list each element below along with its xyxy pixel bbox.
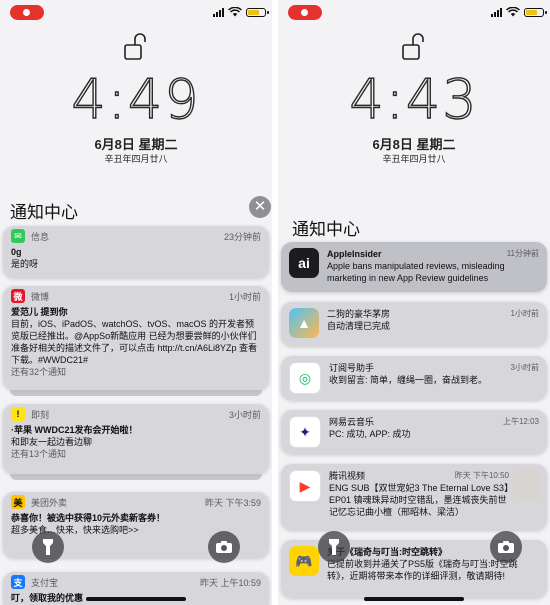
appleinsider-icon: ai [289, 248, 319, 278]
unlock-icon [402, 33, 424, 60]
netease-music-icon: ✦ [289, 416, 321, 448]
meituan-icon: 美 [11, 495, 25, 509]
lock-time: 4:49 [71, 67, 201, 131]
home-indicator[interactable] [364, 597, 464, 601]
flashlight-button[interactable] [32, 531, 64, 563]
flashlight-button[interactable] [318, 531, 350, 563]
alipay-icon: 支 [11, 575, 25, 589]
weibo-icon: 微 [11, 289, 25, 303]
game-controller-icon: 🎮 [289, 546, 319, 576]
messages-icon: ✉ [11, 229, 25, 243]
notif-body: 自动清理已完成 [327, 321, 391, 331]
notif-title: 爱范儿 提到你 [11, 307, 68, 317]
notif-time: 昨天 下午3:59 [204, 497, 261, 508]
home-indicator[interactable] [86, 597, 186, 601]
lock-time: 4:43 [349, 67, 479, 131]
screen-recording-indicator[interactable] [288, 5, 322, 20]
notif-time: 23分钟前 [223, 231, 261, 242]
notif-body: 是的呀 [11, 259, 39, 269]
notif-title: 恭喜你！被选中获得10元外卖新客券！ [11, 513, 166, 523]
notif-body: Apple bans manipulated reviews, misleadi… [327, 261, 505, 283]
app-name: 美团外卖 [31, 497, 68, 508]
app-name: 订阅号助手 [329, 363, 375, 373]
flashlight-icon [43, 539, 53, 555]
app-name: 信息 [31, 231, 50, 242]
status-icons [491, 7, 547, 17]
lunar-date: 辛丑年四月廿八 [382, 154, 446, 164]
lock-date: 6月8日 星期二 [372, 137, 456, 152]
notif-time: 上午12:03 [502, 417, 539, 426]
signal-icon [213, 7, 224, 17]
lunar-date: 辛丑年四月廿八 [104, 154, 168, 164]
clear-notifications-button[interactable]: ✕ [249, 196, 271, 218]
notification-netease-music[interactable]: ✦ 网易云音乐 上午12:03 PC: 成功, APP: 成功 [281, 410, 547, 454]
notif-time: 3小时前 [510, 363, 539, 372]
stack-shadow [10, 474, 262, 480]
app-name: 腾讯视频 [329, 471, 366, 481]
notif-body: 和即友一起边看边聊 [11, 437, 93, 447]
notification-weibo[interactable]: 微微博 1小时前 爱范儿 提到你目前，iOS、iPadOS、watchOS、tvO… [3, 286, 269, 390]
tencent-video-icon: ▶ [289, 470, 321, 502]
video-thumbnail [513, 470, 539, 502]
record-icon [23, 9, 30, 16]
notif-time: 昨天 上午10:59 [199, 577, 261, 588]
notification-appleinsider[interactable]: ai AppleInsider 11分钟前 Apple bans manipulat… [281, 242, 547, 292]
signal-icon [491, 7, 502, 17]
notif-time: 1小时前 [228, 291, 261, 302]
notification-ergou[interactable]: ▲ 二狗的豪华茅房 1小时前自动清理已完成 [281, 302, 547, 346]
notif-time: 3小时前 [228, 409, 261, 420]
more-count: 还有13个通知 [11, 449, 67, 459]
left-lock-screen: 4:49 6月8日 星期二 辛丑年四月廿八 通知中心 ✕ ✉ 信息 23分钟前 0g… [0, 0, 272, 605]
ergou-icon: ▲ [289, 308, 319, 338]
battery-icon [246, 7, 269, 17]
stack-shadow [10, 390, 262, 396]
notification-tencent-video[interactable]: ▶ 腾讯视频 昨天 下午10:50 ENG SUB【双世宠妃3 The Eterna… [281, 464, 547, 530]
app-name: 即刻 [31, 409, 50, 420]
app-name: 网易云音乐 [329, 417, 375, 427]
notif-body: PC: 成功, APP: 成功 [329, 429, 411, 439]
battery-icon [524, 7, 547, 17]
more-count: 还有32个通知 [11, 367, 67, 377]
app-name: 二狗的豪华茅房 [327, 309, 391, 319]
notification-subscription-assistant[interactable]: ◎ 订阅号助手 3小时前收到留言: 简单，缠绳一圈，奋战到老。 [281, 356, 547, 400]
right-lock-screen: 4:43 6月8日 星期二 辛丑年四月廿八 通知中心 ai AppleInsid… [278, 0, 550, 605]
lock-date: 6月8日 星期二 [94, 137, 178, 152]
notif-time: 1小时前 [510, 309, 539, 318]
record-icon [301, 9, 308, 16]
notif-time: 昨天 下午10:50 [454, 471, 509, 480]
wifi-icon [228, 7, 242, 17]
notification-jike[interactable]: ! 即刻 3小时前 ·苹果 WWDC21发布会开始啦！ 和即友一起边看边聊 还有13个通… [3, 404, 269, 474]
jike-icon: ! [11, 407, 25, 421]
notif-body: ENG SUB【双世宠妃3 The Eternal Love S3】EP01 镇… [329, 483, 509, 517]
wifi-icon [506, 7, 520, 17]
camera-button[interactable] [208, 531, 240, 563]
screen-recording-indicator[interactable] [10, 5, 44, 20]
notif-body: 收到留言: 简单，缠绳一圈，奋战到老。 [329, 375, 488, 385]
camera-icon [216, 541, 232, 553]
app-name: 微博 [31, 291, 50, 302]
camera-icon [498, 541, 514, 553]
notification-messages[interactable]: ✉ 信息 23分钟前 0g 是的呀 [3, 226, 269, 278]
camera-button[interactable] [490, 531, 522, 563]
wechat-subscription-icon: ◎ [289, 362, 321, 394]
notif-time: 11分钟前 [506, 249, 539, 258]
status-icons [213, 7, 269, 17]
notif-title: ·苹果 WWDC21发布会开始啦！ [11, 425, 138, 435]
notif-body: 目前，iOS、iPadOS、watchOS、tvOS、macOS 的开发者预览版… [11, 319, 258, 365]
app-name: 支付宝 [31, 577, 59, 588]
flashlight-icon [329, 539, 339, 555]
notif-title: 0g [11, 247, 22, 257]
notification-center-title: 通知中心 [10, 203, 78, 222]
unlock-icon [124, 33, 146, 60]
app-name: AppleInsider [327, 249, 382, 259]
notification-center-title: 通知中心 [292, 220, 360, 239]
